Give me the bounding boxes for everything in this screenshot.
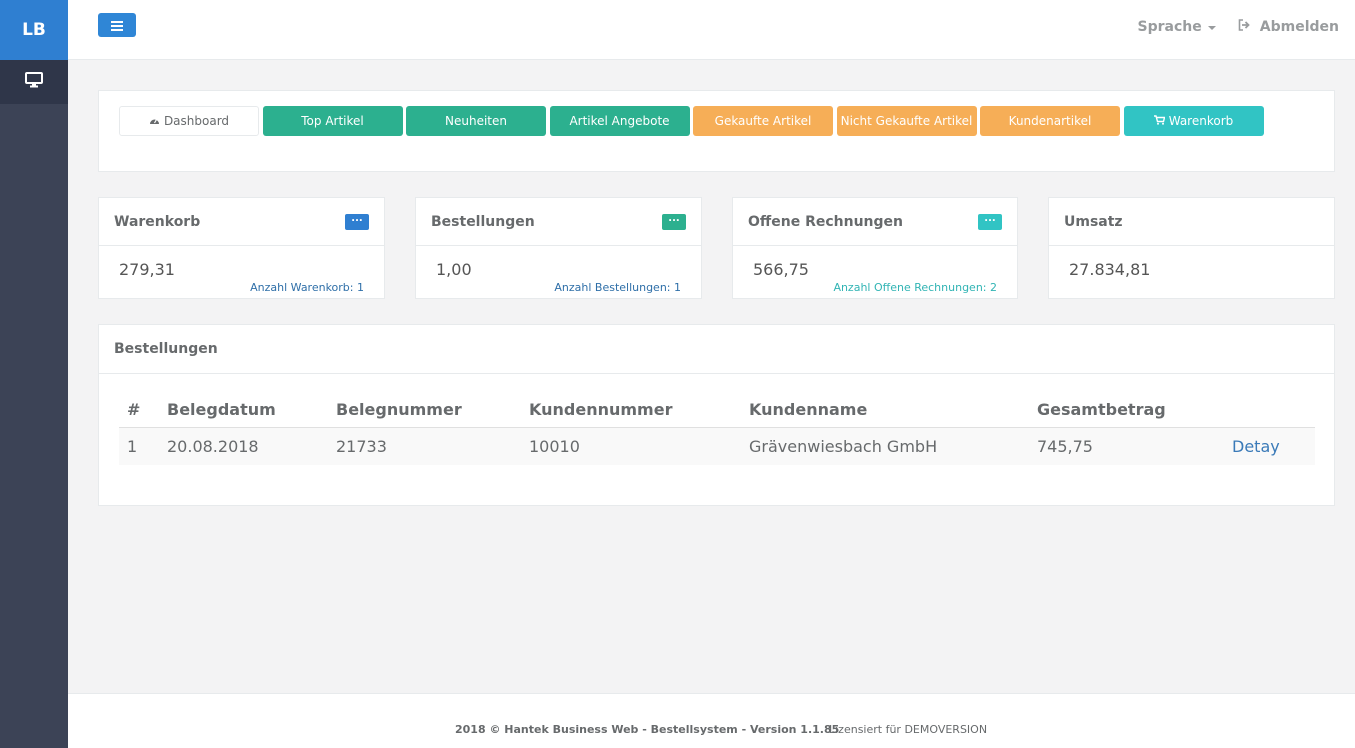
open-invoices-value: 566,75: [753, 260, 809, 279]
cart-count: Anzahl Warenkorb: 1: [250, 281, 364, 294]
top-artikel-button[interactable]: Top Artikel: [262, 106, 403, 136]
orders-widget-title: Bestellungen: [431, 213, 535, 230]
artikel-angebote-button[interactable]: Artikel Angebote: [549, 106, 690, 136]
language-label: Sprache: [1137, 19, 1202, 35]
open-invoices-widget: Offene Rechnungen ... 566,75 Anzahl Offe…: [732, 197, 1018, 299]
open-invoices-count: Anzahl Offene Rechnungen: 2: [833, 281, 997, 294]
column-header-total: Gesamtbetrag: [1029, 393, 1224, 428]
revenue-title: Umsatz: [1064, 213, 1123, 230]
open-invoices-title: Offene Rechnungen: [748, 213, 903, 230]
revenue-value: 27.834,81: [1069, 260, 1151, 279]
neuheiten-button[interactable]: Neuheiten: [406, 106, 546, 136]
orders-count: Anzahl Bestellungen: 1: [554, 281, 681, 294]
nicht-gekaufte-artikel-button[interactable]: Nicht Gekaufte Artikel: [836, 106, 977, 136]
footer-license: Lizensiert für DEMOVERSION: [829, 723, 988, 736]
column-header-action: [1224, 393, 1315, 428]
table-header-row: # Belegdatum Belegnummer Kundennummer Ku…: [119, 393, 1315, 428]
cart-value: 279,31: [119, 260, 175, 279]
orders-table-title: Bestellungen: [99, 325, 1334, 374]
sidebar-toggle-button[interactable]: [98, 13, 136, 37]
sidebar-item-dashboard[interactable]: [0, 60, 68, 104]
kundenartikel-button[interactable]: Kundenartikel: [980, 106, 1120, 136]
language-dropdown[interactable]: Sprache: [1138, 19, 1216, 35]
cell-customer-name: Grävenwiesbach GmbH: [741, 427, 1029, 465]
footer-copyright: 2018 © Hantek Business Web - Bestellsyst…: [455, 723, 840, 736]
column-header-customer-name: Kundenname: [741, 393, 1029, 428]
cart-widget-title: Warenkorb: [114, 213, 201, 230]
warenkorb-button[interactable]: Warenkorb: [1123, 106, 1264, 136]
dashboard-button-label: Dashboard: [163, 114, 230, 128]
column-header-number: #: [119, 393, 159, 428]
table-row: 1 20.08.2018 21733 10010 Grävenwiesbach …: [119, 427, 1315, 465]
logout-label: Abmelden: [1259, 19, 1339, 35]
tachometer-icon: [149, 114, 164, 128]
sign-out-icon: [1238, 19, 1260, 35]
column-header-customer-number: Kundennummer: [521, 393, 741, 428]
column-header-doc-number: Belegnummer: [328, 393, 521, 428]
logout-link[interactable]: Abmelden: [1238, 19, 1339, 35]
sidebar: LB: [0, 0, 68, 748]
caret-down-icon: [1207, 26, 1216, 30]
dashboard-button[interactable]: Dashboard: [119, 106, 259, 136]
detail-link[interactable]: Detay: [1232, 437, 1280, 456]
cell-doc-number: 21733: [328, 427, 521, 465]
gekaufte-artikel-button[interactable]: Gekaufte Artikel: [693, 106, 833, 136]
quick-nav-panel: Dashboard Top Artikel Neuheiten Artikel …: [98, 90, 1335, 172]
cart-widget: Warenkorb ... 279,31 Anzahl Warenkorb: 1: [98, 197, 385, 299]
orders-value: 1,00: [436, 260, 472, 279]
top-navbar: Sprache Abmelden: [68, 0, 1355, 60]
revenue-widget: Umsatz 27.834,81: [1048, 197, 1335, 299]
footer: 2018 © Hantek Business Web - Bestellsyst…: [68, 693, 1355, 748]
hamburger-icon: [111, 16, 123, 35]
orders-table: # Belegdatum Belegnummer Kundennummer Ku…: [119, 393, 1315, 465]
cell-total: 745,75: [1029, 427, 1224, 465]
warenkorb-button-label: Warenkorb: [1168, 114, 1234, 128]
orders-more-button[interactable]: ...: [662, 213, 686, 230]
app-logo[interactable]: LB: [0, 0, 68, 60]
cart-more-button[interactable]: ...: [345, 213, 369, 230]
orders-table-panel: Bestellungen # Belegdatum Belegnummer Ku…: [98, 324, 1335, 506]
cell-date: 20.08.2018: [159, 427, 328, 465]
cell-customer-number: 10010: [521, 427, 741, 465]
open-invoices-more-button[interactable]: ...: [978, 213, 1002, 230]
column-header-date: Belegdatum: [159, 393, 328, 428]
desktop-icon: [25, 72, 43, 92]
shopping-cart-icon: [1153, 114, 1169, 128]
cell-number: 1: [119, 427, 159, 465]
orders-widget: Bestellungen ... 1,00 Anzahl Bestellunge…: [415, 197, 702, 299]
